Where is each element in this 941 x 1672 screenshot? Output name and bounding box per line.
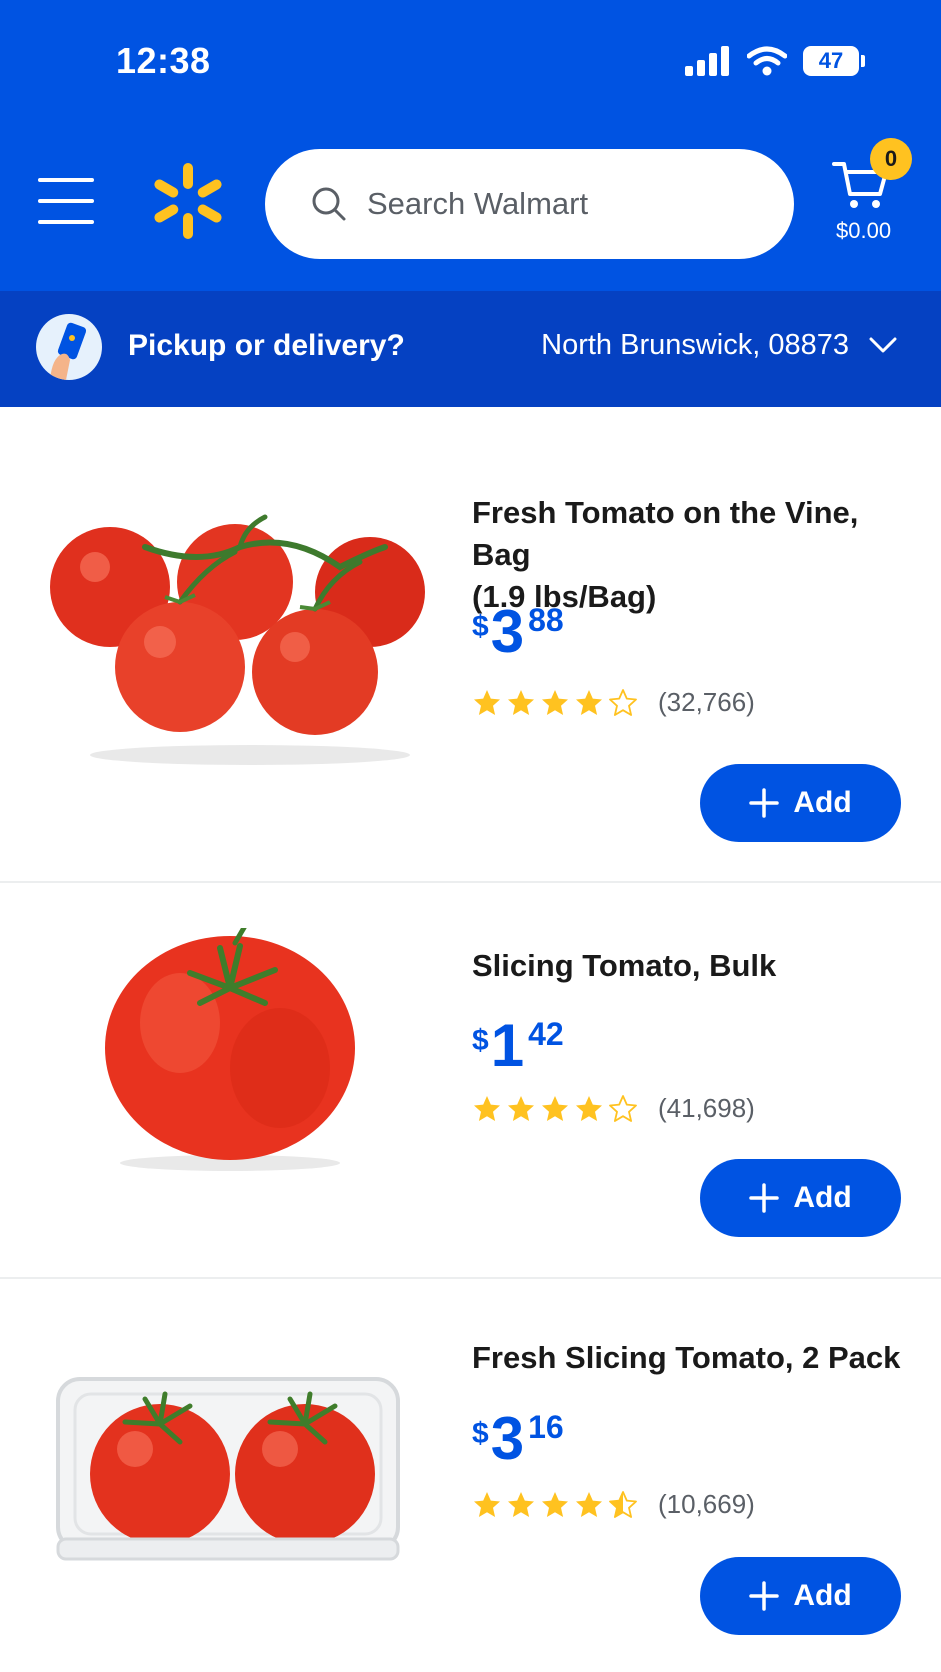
stars-icon [472, 1094, 642, 1124]
add-button-label: Add [793, 1579, 852, 1612]
product-title[interactable]: Slicing Tomato, Bulk [472, 945, 912, 987]
phone-hand-icon [36, 314, 102, 380]
product-title[interactable]: Fresh Slicing Tomato, 2 Pack [472, 1337, 912, 1379]
add-to-cart-button[interactable]: Add [700, 1159, 901, 1237]
pickup-delivery-bar[interactable]: Pickup or delivery? North Brunswick, 088… [0, 291, 941, 407]
search-icon [312, 187, 346, 221]
product-price: $ 3 88 [472, 598, 564, 665]
walmart-spark-logo[interactable] [150, 160, 226, 242]
add-to-cart-button[interactable]: Add [700, 1557, 901, 1635]
menu-icon[interactable] [38, 178, 94, 224]
status-time: 12:38 [116, 40, 211, 81]
search-placeholder: Search Walmart [367, 186, 589, 221]
product-image[interactable] [40, 928, 440, 1188]
cellular-signal-icon [685, 46, 729, 76]
add-button-label: Add [793, 1181, 852, 1214]
product-title[interactable]: Fresh Tomato on the Vine, Bag (1.9 lbs/B… [472, 492, 912, 618]
plus-icon [749, 1183, 780, 1213]
product-image[interactable] [40, 507, 440, 767]
cart-total: $0.00 [836, 218, 892, 243]
stars-icon [472, 1490, 642, 1520]
product-card[interactable]: Fresh Slicing Tomato, 2 Pack $ 3 16 (10,… [0, 1279, 941, 1672]
status-icons: 47 [685, 46, 865, 76]
add-to-cart-button[interactable]: Add [700, 764, 901, 842]
location-text: North Brunswick, 08873 [541, 329, 849, 361]
star-rating: (32,766) [472, 687, 755, 718]
battery-indicator: 47 [803, 46, 865, 76]
product-price: $ 1 42 [472, 1012, 564, 1079]
product-card[interactable]: Slicing Tomato, Bulk $ 1 42 (41,698) Add [0, 883, 941, 1279]
stars-icon [472, 688, 642, 718]
top-header: 12:38 47 Search Walmart 0 $0.00 [0, 0, 941, 291]
pickup-delivery-label: Pickup or delivery? [128, 329, 405, 362]
cart-count-badge: 0 [870, 138, 912, 180]
plus-icon [749, 788, 780, 818]
plus-icon [749, 1581, 780, 1611]
add-button-label: Add [793, 786, 852, 819]
star-rating: (10,669) [472, 1489, 755, 1520]
review-count: (32,766) [658, 687, 755, 717]
location-selector[interactable]: North Brunswick, 08873 [541, 329, 897, 362]
search-input[interactable]: Search Walmart [265, 149, 794, 259]
review-count: (10,669) [658, 1489, 755, 1519]
product-image[interactable] [40, 1354, 440, 1614]
wifi-icon [747, 46, 787, 76]
star-rating: (41,698) [472, 1093, 755, 1124]
chevron-down-icon [869, 337, 897, 352]
product-card[interactable]: Fresh Tomato on the Vine, Bag (1.9 lbs/B… [0, 407, 941, 883]
cart-button[interactable]: 0 $0.00 [828, 138, 918, 248]
battery-level: 47 [803, 46, 859, 76]
product-price: $ 3 16 [472, 1405, 564, 1472]
review-count: (41,698) [658, 1093, 755, 1123]
